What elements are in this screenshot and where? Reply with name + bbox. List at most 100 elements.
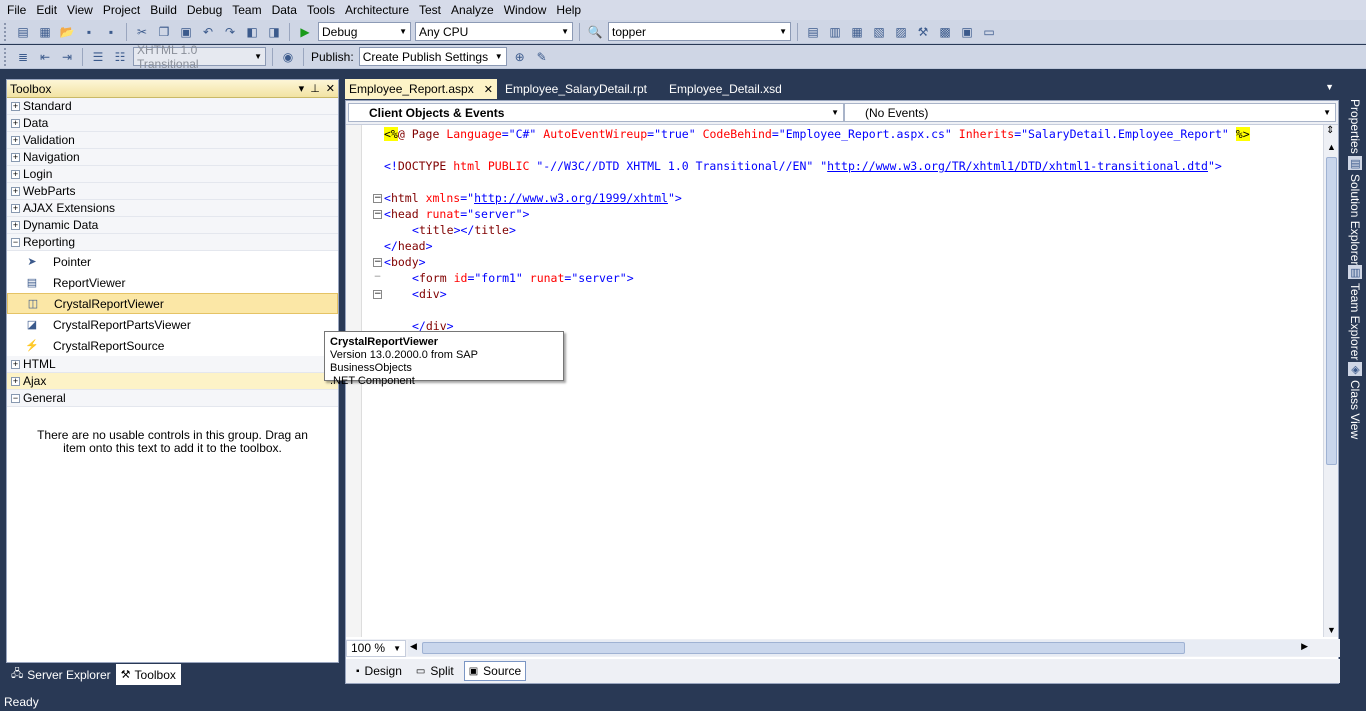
expand-icon[interactable]: + [11, 359, 20, 369]
collapse-icon[interactable]: − [373, 290, 382, 299]
toolbox-item-crystalreportpartsviewer[interactable]: ◪ CrystalReportPartsViewer [7, 314, 338, 335]
check-accessibility-icon[interactable]: ◉ [279, 48, 297, 66]
menu-architecture[interactable]: Architecture [340, 0, 414, 20]
active-files-dropdown-icon[interactable]: ▼ [1325, 82, 1334, 92]
scroll-up-icon[interactable]: ▲ [1327, 142, 1336, 152]
toolbox-category-ajax-extensions[interactable]: + AJAX Extensions [7, 200, 338, 217]
solution-platform-select[interactable]: Any CPU ▼ [415, 22, 573, 41]
toolbox-category-navigation[interactable]: + Navigation [7, 149, 338, 166]
navigate-forward-icon[interactable]: ◨ [265, 23, 283, 41]
scroll-right-icon[interactable]: ▶ [1301, 641, 1308, 652]
close-icon[interactable]: ✕ [484, 83, 493, 96]
find-combo[interactable]: topper ▼ [608, 22, 791, 41]
scroll-thumb[interactable] [1326, 157, 1337, 465]
open-file-icon[interactable]: 📂 [58, 23, 76, 41]
vertical-scrollbar[interactable]: ⇕ ▲ ▼ [1323, 125, 1338, 637]
design-view-button[interactable]: ▪ Design [352, 661, 406, 681]
events-select[interactable]: (No Events) ▼ [844, 103, 1336, 122]
outdent-icon[interactable]: ⇤ [36, 48, 54, 66]
tab-employee-salarydetail-rpt[interactable]: Employee_SalaryDetail.rpt [501, 79, 651, 99]
collapse-icon[interactable]: − [11, 393, 20, 403]
expand-icon[interactable]: + [11, 220, 20, 230]
publish-web-icon[interactable]: ⊕ [511, 48, 529, 66]
source-view-button[interactable]: ▣ Source [463, 661, 527, 681]
tab-class-view[interactable]: ◈ Class View [1348, 362, 1362, 439]
navigate-backward-icon[interactable]: ◧ [243, 23, 261, 41]
toolbox-category-ajax[interactable]: + Ajax [7, 373, 338, 390]
command-window-icon[interactable]: ▣ [958, 23, 976, 41]
tab-team-explorer[interactable]: ▥ Team Explorer [1348, 265, 1362, 360]
tab-properties[interactable]: Properties [1348, 99, 1362, 154]
cut-icon[interactable]: ✂ [133, 23, 151, 41]
scroll-left-icon[interactable]: ◀ [410, 641, 417, 652]
expand-icon[interactable]: + [11, 101, 20, 111]
menu-project[interactable]: Project [98, 0, 145, 20]
close-icon[interactable]: ✕ [326, 82, 335, 95]
publish-settings-select[interactable]: Create Publish Settings ▼ [358, 47, 507, 66]
expand-icon[interactable]: + [11, 203, 20, 213]
menu-team[interactable]: Team [227, 0, 266, 20]
uncomment-icon[interactable]: ☷ [111, 48, 129, 66]
expand-icon[interactable]: + [11, 376, 20, 386]
expand-icon[interactable]: + [11, 152, 20, 162]
menu-file[interactable]: File [2, 0, 31, 20]
tab-employee-detail-xsd[interactable]: Employee_Detail.xsd [665, 79, 786, 99]
menu-analyze[interactable]: Analyze [446, 0, 499, 20]
toolbox-category-dynamic-data[interactable]: + Dynamic Data [7, 217, 338, 234]
server-explorer-icon[interactable]: ▨ [892, 23, 910, 41]
expand-icon[interactable]: + [11, 186, 20, 196]
pin-icon[interactable]: ⊥ [310, 82, 320, 95]
new-project-icon[interactable]: ▤ [14, 23, 32, 41]
solution-explorer-icon[interactable]: ▤ [804, 23, 822, 41]
zoom-select[interactable]: 100 % ▼ [346, 639, 406, 657]
expand-icon[interactable]: + [11, 118, 20, 128]
toolbox-item-crystalreportviewer[interactable]: ◫ CrystalReportViewer [7, 293, 338, 314]
undo-icon[interactable]: ↶ [199, 23, 217, 41]
window-position-icon[interactable]: ▾ [299, 82, 305, 95]
toolbox-category-validation[interactable]: + Validation [7, 132, 338, 149]
tab-toolbox[interactable]: ⚒ Toolbox [115, 664, 181, 685]
find-in-files-icon[interactable]: 🔍 [586, 23, 604, 41]
menu-data[interactable]: Data [267, 0, 302, 20]
toolbox-icon[interactable]: ▧ [870, 23, 888, 41]
toolbox-category-standard[interactable]: + Standard [7, 98, 338, 115]
immediate-window-icon[interactable]: ▭ [980, 23, 998, 41]
toolbox-category-reporting[interactable]: − Reporting [7, 234, 338, 251]
menu-build[interactable]: Build [145, 0, 182, 20]
save-all-icon[interactable]: ▪ [102, 23, 120, 41]
toolbox-category-html[interactable]: + HTML [7, 356, 338, 373]
client-objects-select[interactable]: Client Objects & Events ▼ [348, 103, 844, 122]
toolbox-item-pointer[interactable]: ➤ Pointer [7, 251, 338, 272]
start-page-icon[interactable]: ▩ [936, 23, 954, 41]
toolbar-grip[interactable] [4, 47, 8, 66]
scroll-thumb[interactable] [422, 642, 1185, 654]
tab-employee-report-aspx[interactable]: Employee_Report.aspx ✕ [345, 79, 497, 99]
toolbox-category-data[interactable]: + Data [7, 115, 338, 132]
start-debugging-icon[interactable]: ▶ [296, 23, 314, 41]
redo-icon[interactable]: ↷ [221, 23, 239, 41]
publish-settings-icon[interactable]: ✎ [533, 48, 551, 66]
solution-configuration-select[interactable]: Debug ▼ [318, 22, 411, 41]
expand-icon[interactable]: + [11, 135, 20, 145]
indent-icon[interactable]: ⇥ [58, 48, 76, 66]
extension-manager-icon[interactable]: ⚒ [914, 23, 932, 41]
split-view-button[interactable]: ▭ Split [412, 661, 458, 681]
copy-icon[interactable]: ❐ [155, 23, 173, 41]
collapse-icon[interactable]: − [11, 237, 20, 247]
tab-solution-explorer[interactable]: ▤ Solution Explorer [1348, 156, 1362, 265]
menu-view[interactable]: View [62, 0, 98, 20]
menu-debug[interactable]: Debug [182, 0, 227, 20]
toolbox-item-crystalreportsource[interactable]: ⚡ CrystalReportSource [7, 335, 338, 356]
comment-icon[interactable]: ☰ [89, 48, 107, 66]
menu-window[interactable]: Window [499, 0, 552, 20]
toolbar-grip[interactable] [4, 22, 8, 41]
toolbox-category-general[interactable]: − General [7, 390, 338, 407]
toolbox-category-webparts[interactable]: + WebParts [7, 183, 338, 200]
horizontal-scrollbar[interactable]: ◀ ▶ [408, 640, 1310, 656]
split-handle-icon[interactable]: ⇕ [1326, 125, 1334, 136]
doctype-select[interactable]: XHTML 1.0 Transitional ▼ [133, 43, 266, 71]
scroll-down-icon[interactable]: ▼ [1327, 625, 1336, 635]
collapse-icon[interactable]: − [373, 258, 382, 267]
object-browser-icon[interactable]: ▦ [848, 23, 866, 41]
properties-icon[interactable]: ▥ [826, 23, 844, 41]
